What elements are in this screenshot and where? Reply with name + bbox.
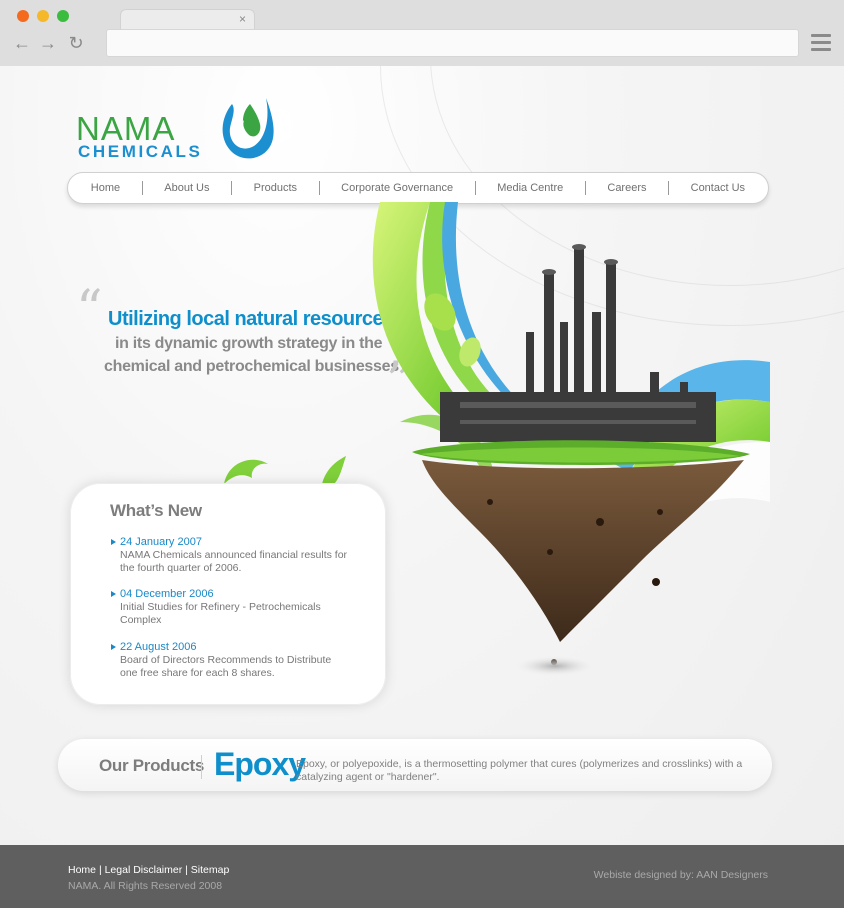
products-label: Our Products bbox=[99, 756, 205, 775]
nav-divider bbox=[668, 181, 670, 195]
nav-products[interactable]: Products bbox=[254, 182, 297, 194]
nav-divider bbox=[231, 181, 233, 195]
nav-corporate-governance[interactable]: Corporate Governance bbox=[341, 182, 453, 194]
decorative-leaf-swirl-icon bbox=[224, 456, 346, 484]
maximize-window-dot[interactable] bbox=[57, 10, 69, 22]
logo-subtitle: CHEMICALS bbox=[78, 142, 203, 161]
browser-tab[interactable]: × bbox=[120, 9, 255, 29]
footer-link-separator: | bbox=[98, 864, 102, 876]
logo-swirl-icon bbox=[222, 98, 274, 159]
page-content: NAMA CHEMICALS Home About Us Products Co… bbox=[0, 66, 844, 908]
main-nav: Home About Us Products Corporate Governa… bbox=[67, 172, 769, 204]
nav-divider bbox=[584, 181, 586, 195]
news-summary: Initial Studies for Refinery - Petrochem… bbox=[120, 601, 321, 626]
nav-about-us[interactable]: About Us bbox=[164, 182, 209, 194]
news-item: 24 January 2007 NAMA Chemicals announced… bbox=[110, 536, 350, 575]
news-date-link[interactable]: 04 December 2006 bbox=[110, 588, 350, 601]
footer-link-separator: | bbox=[185, 864, 188, 876]
nama-logo[interactable]: NAMA CHEMICALS bbox=[76, 86, 286, 166]
news-date-link[interactable]: 24 January 2007 bbox=[110, 536, 350, 549]
nav-home[interactable]: Home bbox=[91, 182, 120, 194]
footer-link-home[interactable]: Home bbox=[68, 864, 96, 876]
minimize-window-dot[interactable] bbox=[37, 10, 49, 22]
whats-new-title: What’s New bbox=[110, 501, 202, 520]
footer-links: Home | Legal Disclaimer | Sitemap bbox=[68, 864, 229, 876]
news-summary: Board of Directors Recommends to Distrib… bbox=[120, 654, 332, 679]
footer-credit: Webiste designed by: AAN Designers bbox=[593, 869, 768, 881]
news-date-link[interactable]: 22 August 2006 bbox=[110, 641, 350, 654]
nav-media-centre[interactable]: Media Centre bbox=[497, 182, 563, 194]
nav-divider bbox=[141, 181, 143, 195]
footer-copyright: NAMA. All Rights Reserved 2008 bbox=[68, 880, 223, 892]
back-arrow-icon[interactable]: ← bbox=[12, 33, 32, 53]
nav-contact-us[interactable]: Contact Us bbox=[691, 182, 745, 194]
featured-product-link[interactable]: Epoxy bbox=[214, 746, 306, 783]
footer-link-sitemap[interactable]: Sitemap bbox=[191, 864, 230, 876]
close-window-dot[interactable] bbox=[17, 10, 29, 22]
reload-icon[interactable]: ↻ bbox=[66, 33, 86, 53]
footer-link-legal-disclaimer[interactable]: Legal Disclaimer bbox=[105, 864, 183, 876]
news-item: 22 August 2006 Board of Directors Recomm… bbox=[110, 641, 350, 680]
browser-menu-icon[interactable] bbox=[811, 34, 831, 52]
open-quote-icon: “ bbox=[76, 280, 103, 340]
products-divider bbox=[201, 755, 202, 779]
tab-close-icon[interactable]: × bbox=[239, 11, 246, 27]
floating-refinery-illustration bbox=[372, 202, 770, 676]
news-summary: NAMA Chemicals announced financial resul… bbox=[120, 549, 348, 574]
forward-arrow-icon[interactable]: → bbox=[38, 33, 58, 53]
news-item: 04 December 2006 Initial Studies for Ref… bbox=[110, 588, 350, 627]
nav-careers[interactable]: Careers bbox=[607, 182, 646, 194]
featured-product-description: Epoxy, or polyepoxide, is a thermosettin… bbox=[296, 758, 743, 783]
address-bar[interactable] bbox=[106, 29, 799, 57]
footer: Home | Legal Disclaimer | Sitemap NAMA. … bbox=[0, 845, 844, 908]
nav-divider bbox=[318, 181, 320, 195]
nav-divider bbox=[474, 181, 476, 195]
browser-chrome: × ← → ↻ bbox=[0, 0, 844, 66]
